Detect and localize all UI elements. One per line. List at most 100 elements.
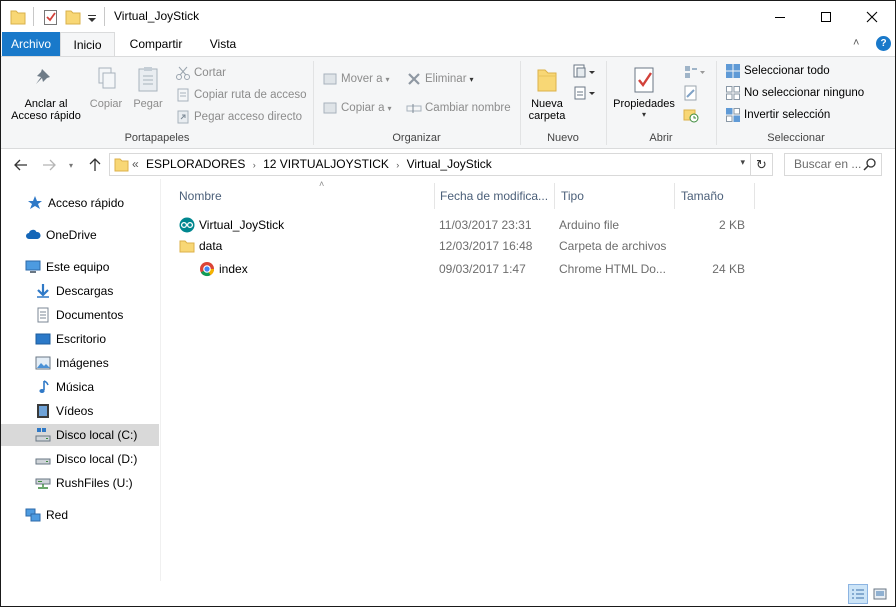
pin-quick-access-button[interactable]: Anclar al Acceso rápido — [7, 65, 85, 122]
copy-button[interactable]: Copiar — [87, 65, 125, 110]
up-button[interactable] — [85, 155, 105, 175]
nav-item-disco-local-c[interactable]: Disco local (C:) — [1, 424, 159, 446]
file-row[interactable]: index 09/03/2017 1:47 Chrome HTML Do... 24 … — [161, 258, 761, 280]
address-bar[interactable]: « ESPLORADORES › 12 VIRTUALJOYSTICK › Vi… — [109, 153, 751, 176]
large-icons-view-button[interactable] — [870, 584, 890, 604]
divider[interactable] — [554, 183, 555, 209]
arrow-right-icon — [43, 159, 56, 171]
folder-icon — [10, 10, 26, 25]
nav-item-imágenes[interactable]: Imágenes — [1, 352, 159, 374]
back-button[interactable] — [11, 155, 31, 175]
nav-item-label: OneDrive — [46, 228, 97, 242]
navigation-bar: ▾ « ESPLORADORES › 12 VIRTUALJOYSTICK › … — [1, 150, 895, 179]
select-none-button[interactable]: No seleccionar ninguno — [725, 85, 864, 101]
nav-item-escritorio[interactable]: Escritorio — [1, 328, 159, 350]
forward-button[interactable] — [39, 155, 59, 175]
collapse-ribbon-icon[interactable]: ˄ — [853, 37, 859, 49]
divider[interactable] — [434, 183, 435, 209]
nav-item-vídeos[interactable]: Vídeos — [1, 400, 159, 422]
properties-icon[interactable] — [43, 8, 59, 26]
new-folder-icon[interactable] — [65, 8, 81, 26]
column-header-date[interactable]: Fecha de modifica... — [440, 185, 552, 207]
paste-label: Pegar — [133, 98, 163, 110]
new-folder-label-2: carpeta — [528, 110, 566, 122]
nav-item-música[interactable]: Música — [1, 376, 159, 398]
search-box[interactable]: Buscar en ... — [784, 153, 882, 176]
chevron-right-icon[interactable]: › — [253, 160, 256, 170]
properties-button[interactable]: Propiedades ▾ — [609, 65, 679, 119]
rename-icon — [406, 104, 422, 113]
breadcrumb-esploradores[interactable]: ESPLORADORES — [146, 157, 245, 171]
nav-item-label: Disco local (D:) — [56, 452, 138, 466]
copy-to-button[interactable]: Copiar a ▾ — [322, 100, 391, 116]
breadcrumb-12-virtualjoystick[interactable]: 12 VIRTUALJOYSTICK — [263, 157, 389, 171]
file-type: Carpeta de archivos — [559, 239, 667, 253]
minimize-icon — [775, 16, 785, 18]
new-folder-button[interactable]: Nueva carpeta — [525, 65, 569, 122]
easy-access-icon[interactable] — [573, 85, 597, 101]
pin-icon — [36, 69, 50, 84]
nav-item-onedrive[interactable]: OneDrive — [1, 224, 159, 246]
arduino-icon — [179, 217, 195, 233]
select-all-button[interactable]: Seleccionar todo — [725, 63, 830, 79]
minimize-button[interactable] — [757, 1, 803, 32]
file-name-cell[interactable]: index — [199, 258, 248, 280]
file-row[interactable]: data 12/03/2017 16:48 Carpeta de archivos — [161, 235, 761, 257]
move-to-button[interactable]: Mover a ▾ — [322, 71, 390, 87]
customize-toolbar-icon[interactable] — [87, 8, 97, 26]
breadcrumb-overflow[interactable]: « — [132, 157, 139, 171]
column-header-type[interactable]: Tipo — [561, 185, 671, 207]
close-button[interactable] — [849, 1, 895, 32]
navigation-pane: Acceso rápido OneDrive Este equipo Descarga… — [1, 179, 161, 583]
divider[interactable] — [754, 183, 755, 209]
group-label-abrir: Abrir — [649, 132, 673, 144]
recent-locations-button[interactable]: ▾ — [61, 155, 81, 175]
maximize-button[interactable] — [803, 1, 849, 32]
paste-shortcut-button[interactable]: Pegar acceso directo — [175, 109, 302, 125]
edit-icon[interactable] — [683, 85, 699, 101]
paste-button[interactable]: Pegar — [129, 65, 167, 110]
chevron-down-icon: ▾ — [68, 160, 73, 170]
nav-item-disco-local-d[interactable]: Disco local (D:) — [1, 448, 159, 470]
tab-inicio[interactable]: Inicio — [60, 32, 115, 57]
pin-label: Anclar al — [24, 98, 68, 110]
column-header-size[interactable]: Tamaño — [681, 185, 751, 207]
copy-path-button[interactable]: Copiar ruta de acceso — [175, 87, 307, 103]
nav-item-red[interactable]: Red — [1, 504, 159, 526]
new-item-icon[interactable] — [573, 64, 597, 80]
details-view-icon — [852, 589, 864, 599]
file-name: Virtual_JoyStick — [199, 218, 285, 232]
breadcrumb-virtual-joystick[interactable]: Virtual_JoyStick — [407, 157, 492, 171]
file-name-cell[interactable]: data — [179, 235, 222, 257]
chevron-right-icon[interactable]: › — [396, 160, 399, 170]
nav-item-acceso-rápido[interactable]: Acceso rápido — [1, 192, 159, 214]
nav-item-rushfiles-u[interactable]: RushFiles (U:) — [1, 472, 159, 494]
help-icon[interactable]: ? — [876, 36, 891, 51]
tab-vista[interactable]: Vista — [197, 32, 249, 56]
delete-button[interactable]: Eliminar ▾ — [406, 71, 474, 87]
column-header-name[interactable]: Nombre ˄ — [179, 179, 434, 207]
nav-item-descargas[interactable]: Descargas — [1, 280, 159, 302]
cut-button[interactable]: Cortar — [175, 65, 226, 81]
tab-compartir[interactable]: Compartir — [119, 32, 193, 56]
open-icon[interactable] — [683, 64, 707, 80]
divider[interactable] — [674, 183, 675, 209]
tab-archivo[interactable]: Archivo — [2, 32, 60, 56]
nav-item-este-equipo[interactable]: Este equipo — [1, 256, 159, 278]
rename-button[interactable]: Cambiar nombre — [406, 100, 511, 116]
nav-item-documentos[interactable]: Documentos — [1, 304, 159, 326]
refresh-button[interactable]: ↻ — [751, 153, 773, 176]
invert-selection-button[interactable]: Invertir selección — [725, 107, 830, 123]
pin-label-2: Acceso rápido — [11, 110, 81, 122]
chevron-down-icon: ▾ — [641, 110, 646, 119]
chevron-down-icon[interactable]: ▾ — [740, 157, 745, 168]
new-folder-icon — [537, 69, 557, 92]
copy-path-icon — [177, 88, 189, 102]
copy-icon — [98, 67, 116, 89]
nav-item-label: Descargas — [56, 284, 114, 298]
history-icon[interactable] — [683, 107, 699, 123]
file-name-cell[interactable]: Virtual_JoyStick — [179, 214, 284, 236]
search-input[interactable]: Buscar en ... — [794, 154, 861, 175]
details-view-button[interactable] — [848, 584, 868, 604]
file-row[interactable]: Virtual_JoyStick 11/03/2017 23:31 Arduino … — [161, 214, 761, 236]
